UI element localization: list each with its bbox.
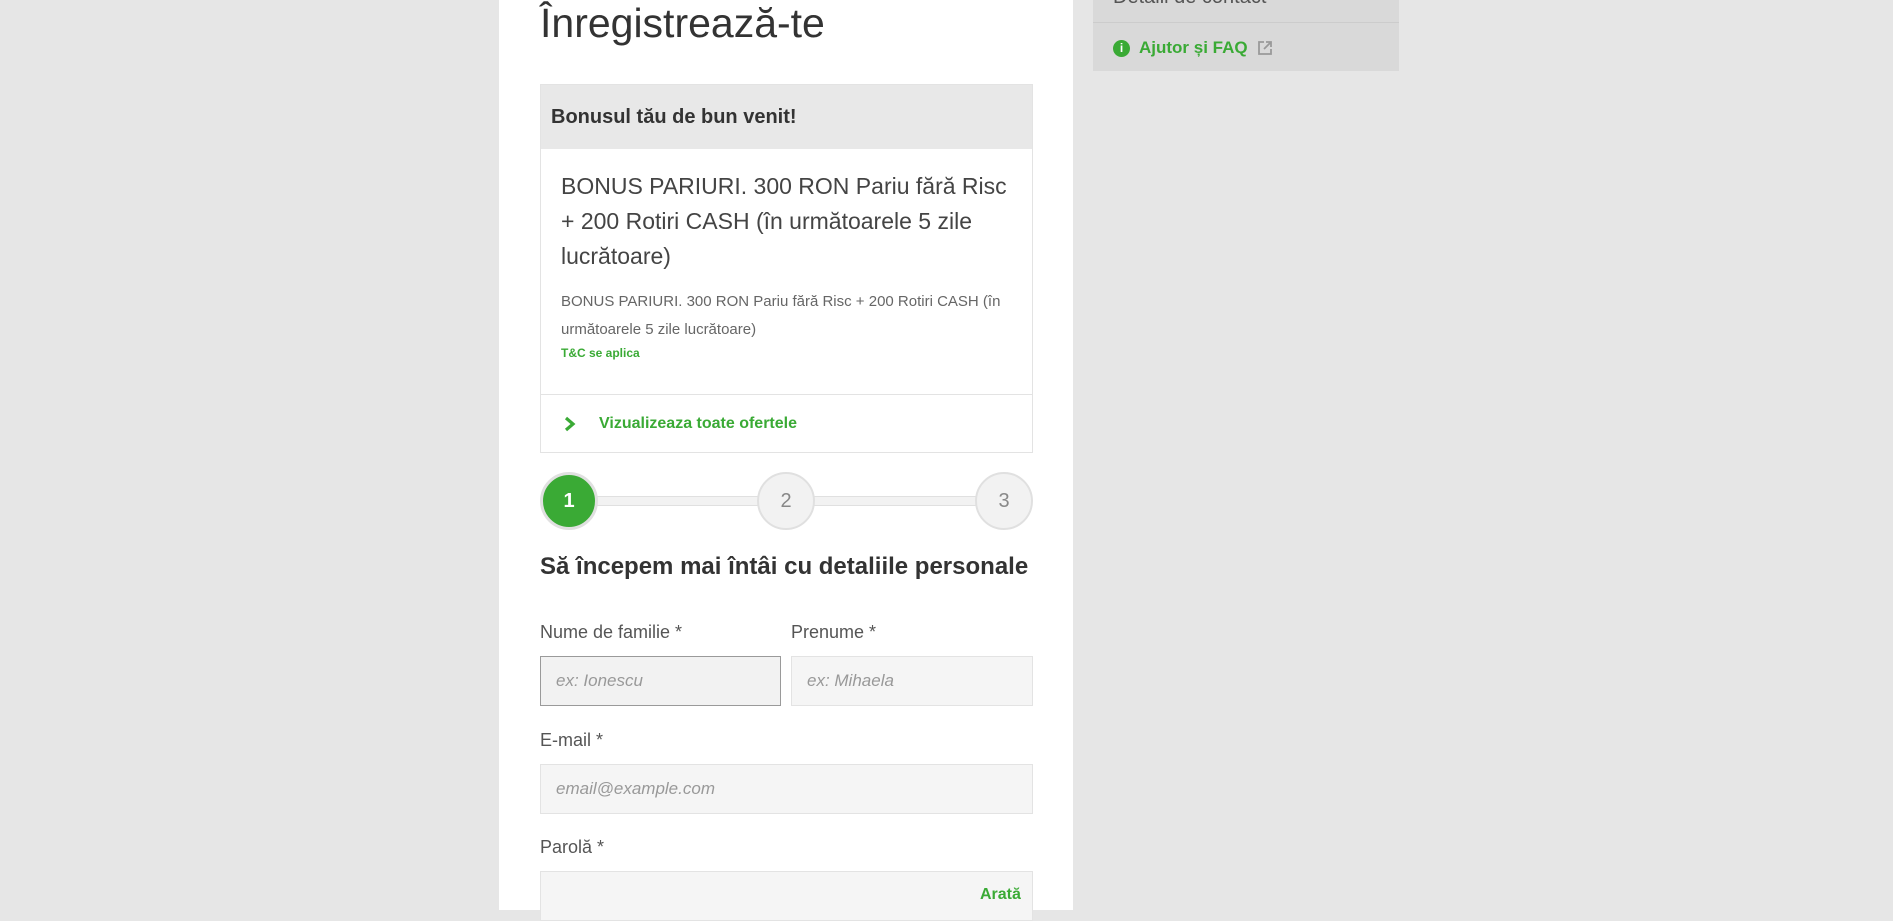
contact-details-label: Detalii de contact	[1113, 0, 1266, 9]
registration-stepper: 1 2 3	[540, 472, 1033, 532]
chevron-right-icon	[561, 415, 579, 433]
contact-details-item[interactable]: Detalii de contact	[1093, 0, 1399, 23]
external-link-icon	[1256, 39, 1274, 57]
help-faq-link[interactable]: i Ajutor și FAQ	[1113, 38, 1274, 58]
section-title: Să începem mai întâi cu detaliile person…	[540, 553, 1029, 580]
bonus-main-text: BONUS PARIURI. 300 RON Pariu fără Risc +…	[561, 173, 1007, 269]
step-2: 2	[757, 472, 815, 530]
page-title: Înregistrează-te	[540, 0, 825, 46]
step-1: 1	[540, 472, 598, 530]
first-name-input[interactable]	[791, 656, 1033, 706]
email-input[interactable]	[540, 764, 1033, 814]
terms-link[interactable]: T&C se aplica	[561, 346, 640, 360]
welcome-bonus-box: Bonusul tău de bun venit! BONUS PARIURI.…	[540, 84, 1033, 453]
step-3: 3	[975, 472, 1033, 530]
first-name-label: Prenume *	[791, 622, 877, 642]
email-label: E-mail *	[540, 730, 604, 750]
bonus-header: Bonusul tău de bun venit!	[541, 85, 1032, 149]
last-name-label: Nume de familie *	[540, 622, 683, 642]
help-sidebar: Detalii de contact i Ajutor și FAQ	[1093, 0, 1399, 71]
password-label: Parolă *	[540, 837, 605, 857]
help-faq-label: Ajutor și FAQ	[1139, 38, 1248, 57]
bonus-body: BONUS PARIURI. 300 RON Pariu fără Risc +…	[541, 149, 1032, 394]
password-input[interactable]	[540, 871, 1033, 921]
last-name-input[interactable]	[540, 656, 781, 706]
show-password-button[interactable]: Arată	[980, 886, 1021, 904]
info-icon: i	[1113, 39, 1130, 57]
view-all-offers-label: Vizualizeaza toate ofertele	[599, 415, 797, 432]
view-all-offers-link[interactable]: Vizualizeaza toate ofertele	[541, 394, 1032, 453]
bonus-description: BONUS PARIURI. 300 RON Pariu fără Risc +…	[561, 293, 1001, 338]
